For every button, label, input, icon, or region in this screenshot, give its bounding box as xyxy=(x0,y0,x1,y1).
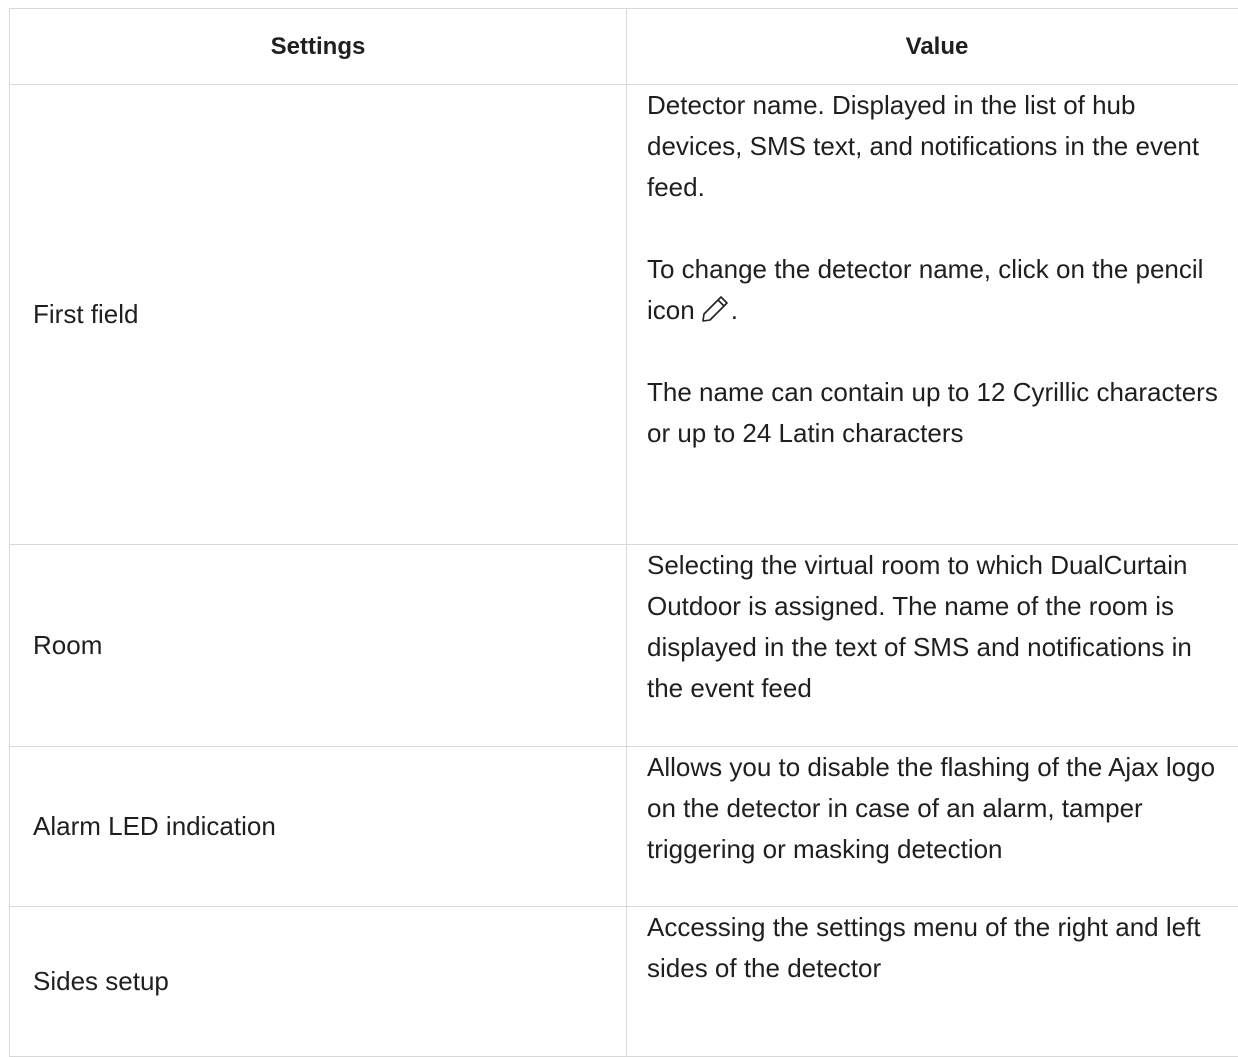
value-paragraph: The name can contain up to 12 Cyrillic c… xyxy=(647,372,1219,454)
value-paragraph: Allows you to disable the flashing of th… xyxy=(647,747,1219,870)
pencil-icon xyxy=(699,293,731,325)
value-paragraph: Detector name. Displayed in the list of … xyxy=(647,85,1219,208)
table-row: Alarm LED indication Allows you to disab… xyxy=(10,747,1238,907)
setting-name: First field xyxy=(10,85,627,545)
setting-value: Selecting the virtual room to which Dual… xyxy=(627,545,1238,747)
value-punctuation: . xyxy=(731,295,738,325)
setting-value: Allows you to disable the flashing of th… xyxy=(627,747,1238,907)
table-header-row: Settings Value xyxy=(10,9,1238,85)
setting-name: Sides setup xyxy=(10,907,627,1057)
setting-value: Accessing the settings menu of the right… xyxy=(627,907,1238,1057)
settings-table: Settings Value First field Detector name… xyxy=(9,8,1238,1057)
header-settings: Settings xyxy=(10,9,627,85)
setting-name: Alarm LED indication xyxy=(10,747,627,907)
table-row: First field Detector name. Displayed in … xyxy=(10,85,1238,545)
setting-name: Room xyxy=(10,545,627,747)
table-row: Sides setup Accessing the settings menu … xyxy=(10,907,1238,1057)
header-value: Value xyxy=(627,9,1238,85)
value-paragraph: Selecting the virtual room to which Dual… xyxy=(647,545,1219,709)
value-paragraph: Accessing the settings menu of the right… xyxy=(647,907,1219,989)
value-paragraph: To change the detector name, click on th… xyxy=(647,249,1219,331)
table-row: Room Selecting the virtual room to which… xyxy=(10,545,1238,747)
setting-value: Detector name. Displayed in the list of … xyxy=(627,85,1238,545)
